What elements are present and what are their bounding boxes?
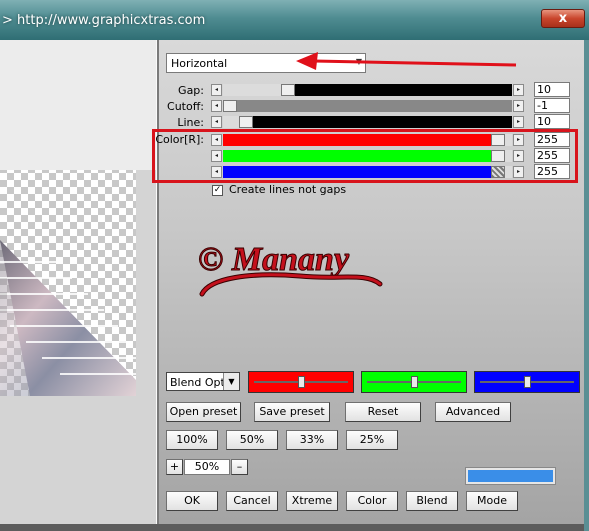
manany-watermark-logo: © Manany xyxy=(198,241,383,297)
left-arrow-icon[interactable]: ◂ xyxy=(211,166,222,178)
right-arrow-icon[interactable]: ▸ xyxy=(513,100,524,112)
bottom-border xyxy=(0,524,589,531)
red-arrow-annotation xyxy=(296,52,517,70)
blue-mini-knob[interactable] xyxy=(524,376,531,388)
left-arrow-icon[interactable]: ◂ xyxy=(211,150,222,162)
color-g-value[interactable]: 255 xyxy=(534,148,570,163)
save-preset-button[interactable]: Save preset xyxy=(254,402,330,422)
cutoff-label: Cutoff: xyxy=(167,100,204,113)
zoom-100-button[interactable]: 100% xyxy=(166,430,218,450)
left-arrow-icon[interactable]: ◂ xyxy=(211,84,222,96)
zoom-value[interactable]: 50% xyxy=(184,459,230,475)
direction-value: Horizontal xyxy=(171,57,228,70)
line-value[interactable]: 10 xyxy=(534,114,570,129)
zoom-out-button[interactable]: – xyxy=(231,459,248,475)
gap-thumb[interactable] xyxy=(281,84,295,96)
close-button[interactable]: x xyxy=(541,9,585,28)
green-mini-knob[interactable] xyxy=(411,376,418,388)
color-swatch[interactable] xyxy=(465,467,556,485)
right-arrow-icon[interactable]: ▸ xyxy=(513,150,524,162)
cutoff-track[interactable] xyxy=(223,100,512,112)
cutoff-thumb[interactable] xyxy=(223,100,237,112)
advanced-button[interactable]: Advanced xyxy=(435,402,511,422)
mode-button[interactable]: Mode xyxy=(466,491,518,511)
cancel-button[interactable]: Cancel xyxy=(226,491,278,511)
color-b-thumb[interactable] xyxy=(491,166,505,178)
left-arrow-icon[interactable]: ◂ xyxy=(211,116,222,128)
ok-button[interactable]: OK xyxy=(166,491,218,511)
zoom-25-button[interactable]: 25% xyxy=(346,430,398,450)
line-thumb[interactable] xyxy=(239,116,253,128)
color-r-track[interactable] xyxy=(223,134,512,146)
window-right-border xyxy=(584,40,589,531)
gap-value[interactable]: 10 xyxy=(534,82,570,97)
color-g-track[interactable] xyxy=(223,150,512,162)
color-r-value[interactable]: 255 xyxy=(534,132,570,147)
color-g-slider[interactable]: ◂ ▸ xyxy=(211,150,524,162)
red-mini-slider[interactable] xyxy=(248,371,354,393)
right-arrow-icon[interactable]: ▸ xyxy=(513,134,524,146)
color-b-slider[interactable]: ◂ ▸ xyxy=(211,166,524,178)
blend-button[interactable]: Blend xyxy=(406,491,458,511)
blue-mini-slider[interactable] xyxy=(474,371,580,393)
create-lines-label: Create lines not gaps xyxy=(229,183,347,196)
color-button[interactable]: Color xyxy=(346,491,398,511)
right-arrow-icon[interactable]: ▸ xyxy=(513,166,524,178)
window-title: > http://www.graphicxtras.com xyxy=(2,13,206,28)
gap-label: Gap: xyxy=(178,84,204,97)
red-mini-knob[interactable] xyxy=(298,376,305,388)
cutoff-value[interactable]: -1 xyxy=(534,98,570,113)
cutoff-slider[interactable]: ◂ ▸ xyxy=(211,100,524,112)
reset-button[interactable]: Reset xyxy=(345,402,421,422)
color-r-thumb[interactable] xyxy=(491,134,505,146)
line-track[interactable] xyxy=(223,116,512,128)
dialog-client: Horizontal ▼ Gap: ◂ ▸ 10 Cutoff: ◂ ▸ -1 … xyxy=(0,40,589,531)
left-arrow-icon[interactable]: ◂ xyxy=(211,100,222,112)
right-arrow-icon[interactable]: ▸ xyxy=(513,84,524,96)
xtreme-button[interactable]: Xtreme xyxy=(286,491,338,511)
gap-slider[interactable]: ◂ ▸ xyxy=(211,84,524,96)
open-preset-button[interactable]: Open preset xyxy=(166,402,241,422)
gap-track[interactable] xyxy=(223,84,512,96)
blend-options-dropdown[interactable]: Blend Optio ▼ xyxy=(166,372,240,391)
create-lines-checkbox[interactable]: ✓ xyxy=(212,185,223,196)
right-arrow-icon[interactable]: ▸ xyxy=(513,116,524,128)
line-slider[interactable]: ◂ ▸ xyxy=(211,116,524,128)
color-g-thumb[interactable] xyxy=(491,150,505,162)
chevron-down-icon[interactable]: ▼ xyxy=(223,373,239,390)
blend-options-value: Blend Optio xyxy=(170,376,224,389)
left-arrow-icon[interactable]: ◂ xyxy=(211,134,222,146)
color-b-value[interactable]: 255 xyxy=(534,164,570,179)
color-r-slider[interactable]: ◂ ▸ xyxy=(211,134,524,146)
line-label: Line: xyxy=(177,116,204,129)
color-r-label: Color[R]: xyxy=(155,133,204,146)
title-bar: > http://www.graphicxtras.com x xyxy=(0,0,589,40)
zoom-33-button[interactable]: 33% xyxy=(286,430,338,450)
zoom-in-button[interactable]: + xyxy=(166,459,183,475)
green-mini-slider[interactable] xyxy=(361,371,467,393)
zoom-50-button[interactable]: 50% xyxy=(226,430,278,450)
color-b-track[interactable] xyxy=(223,166,512,178)
